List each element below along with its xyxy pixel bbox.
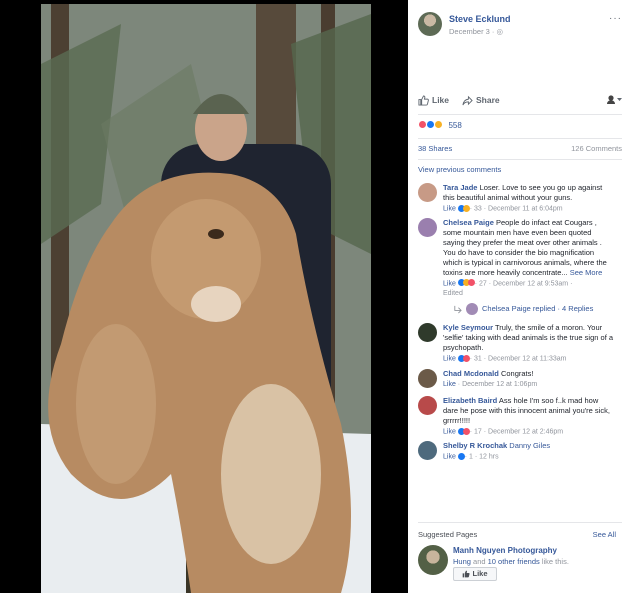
reaction-icons (418, 119, 444, 133)
suggested-pages-title: Suggested Pages (418, 530, 478, 539)
post-header: Steve Ecklund December 3 · ◎ ··· (418, 10, 622, 40)
post-photo[interactable] (41, 4, 371, 593)
comment-details: · 31 · December 12 at 11:33am (469, 355, 567, 363)
commenter-avatar[interactable] (418, 396, 437, 415)
other-friends-link[interactable]: 10 other friends (488, 557, 540, 566)
comment-details: · 1 · 12 hrs (464, 453, 499, 461)
see-all-link[interactable]: See All (593, 530, 616, 540)
comment-reaction-icons[interactable] (457, 427, 470, 436)
comment-like-link[interactable]: Like (443, 428, 456, 435)
thumbs-up-icon (418, 95, 429, 106)
reaction-count: 558 (448, 120, 462, 130)
comment-reaction-icons[interactable] (457, 204, 470, 213)
more-options-icon[interactable]: ··· (609, 12, 622, 25)
reaction-summary[interactable]: 558 (418, 119, 462, 133)
friends-connector: and (470, 557, 488, 566)
post-actions: Like Share (418, 93, 622, 109)
divider (418, 114, 622, 115)
commenter-name[interactable]: Chelsea Paige (443, 218, 494, 227)
tagged-name[interactable]: Danny Giles (509, 441, 550, 450)
share-arrow-icon (462, 95, 473, 106)
like-action[interactable]: Like (418, 95, 449, 106)
reply-arrow-icon (454, 305, 462, 313)
divider (418, 159, 622, 160)
suggested-page-avatar[interactable] (418, 545, 448, 575)
edited-label[interactable]: Edited (443, 290, 463, 297)
post-date[interactable]: December 3 · ◎ (449, 27, 503, 37)
author-avatar[interactable] (418, 12, 442, 36)
photo-viewer[interactable] (0, 0, 408, 593)
comment-text: Congrats! (500, 369, 534, 378)
sad-reaction-icon (434, 119, 444, 129)
comment-reaction-icons[interactable] (457, 452, 465, 461)
divider (418, 522, 622, 523)
comment-like-link[interactable]: Like (443, 355, 456, 362)
commenter-avatar[interactable] (418, 183, 437, 202)
divider (418, 138, 622, 139)
like-page-button[interactable]: Like (453, 567, 497, 581)
suggested-page-friends: Hung and 10 other friends like this. (453, 557, 569, 567)
comment-like-link[interactable]: Like (443, 280, 456, 287)
comment-meta: Like · 27 · December 12 at 9:53am · Edit… (443, 279, 615, 298)
share-action[interactable]: Share (462, 95, 500, 106)
see-more-link[interactable]: See More (570, 268, 603, 277)
comment-details: · 33 · December 11 at 6:04pm (469, 205, 563, 213)
profile-selector[interactable] (606, 94, 622, 108)
friends-tail: like this. (539, 557, 569, 566)
comments-count[interactable]: 126 Comments (571, 144, 622, 154)
profile-dropdown-icon (607, 95, 622, 104)
like-label: Like (432, 95, 450, 105)
hunter-with-cougar-photo (41, 4, 371, 593)
commenter-avatar[interactable] (418, 323, 437, 342)
comment-details: · 27 · December 12 at 9:53am · (474, 280, 573, 288)
post-sidebar: Steve Ecklund December 3 · ◎ ··· Like Sh… (408, 0, 630, 593)
comment-details: · 17 · December 12 at 2:46pm (469, 428, 564, 436)
commenter-name[interactable]: Chad Mcdonald (443, 369, 499, 378)
commenter-name[interactable]: Elizabeth Baird (443, 396, 497, 405)
commenter-avatar[interactable] (418, 369, 437, 388)
view-previous-comments-link[interactable]: View previous comments (418, 165, 501, 175)
suggested-page-name[interactable]: Manh Nguyen Photography (453, 546, 557, 557)
comment-like-link[interactable]: Like (443, 453, 456, 460)
like-page-label: Like (472, 569, 488, 579)
replies-link[interactable]: Chelsea Paige replied · 4 Replies (453, 303, 593, 315)
replies-text: Chelsea Paige replied · 4 Replies (482, 304, 594, 314)
comment-meta: Like · December 12 at 1:06pm (443, 380, 615, 389)
reply-avatar (466, 303, 478, 315)
comment-meta: Like · 17 · December 12 at 2:46pm (443, 427, 615, 437)
comment-meta: Like · 31 · December 12 at 11:33am (443, 354, 615, 364)
thumbs-up-icon (463, 570, 471, 578)
commenter-name[interactable]: Tara Jade (443, 183, 477, 192)
comment-reaction-icons[interactable] (457, 279, 475, 288)
post-counts: 38 Shares 126 Comments (418, 144, 622, 156)
friend-link[interactable]: Hung (453, 557, 471, 566)
comment-meta: Like · 33 · December 11 at 6:04pm (443, 204, 615, 214)
commenter-name[interactable]: Kyle Seymour (443, 323, 493, 332)
comment-details: · December 12 at 1:06pm (457, 380, 538, 388)
share-label: Share (476, 95, 500, 105)
commenter-avatar[interactable] (418, 218, 437, 237)
commenter-name[interactable]: Shelby R Krochak (443, 441, 507, 450)
comment-like-link[interactable]: Like (443, 381, 456, 388)
shares-count[interactable]: 38 Shares (418, 144, 452, 153)
author-name[interactable]: Steve Ecklund (449, 14, 511, 26)
comment-meta: Like · 1 · 12 hrs (443, 452, 615, 462)
comment-reaction-icons[interactable] (457, 354, 470, 363)
comment-like-link[interactable]: Like (443, 205, 456, 212)
commenter-avatar[interactable] (418, 441, 437, 460)
